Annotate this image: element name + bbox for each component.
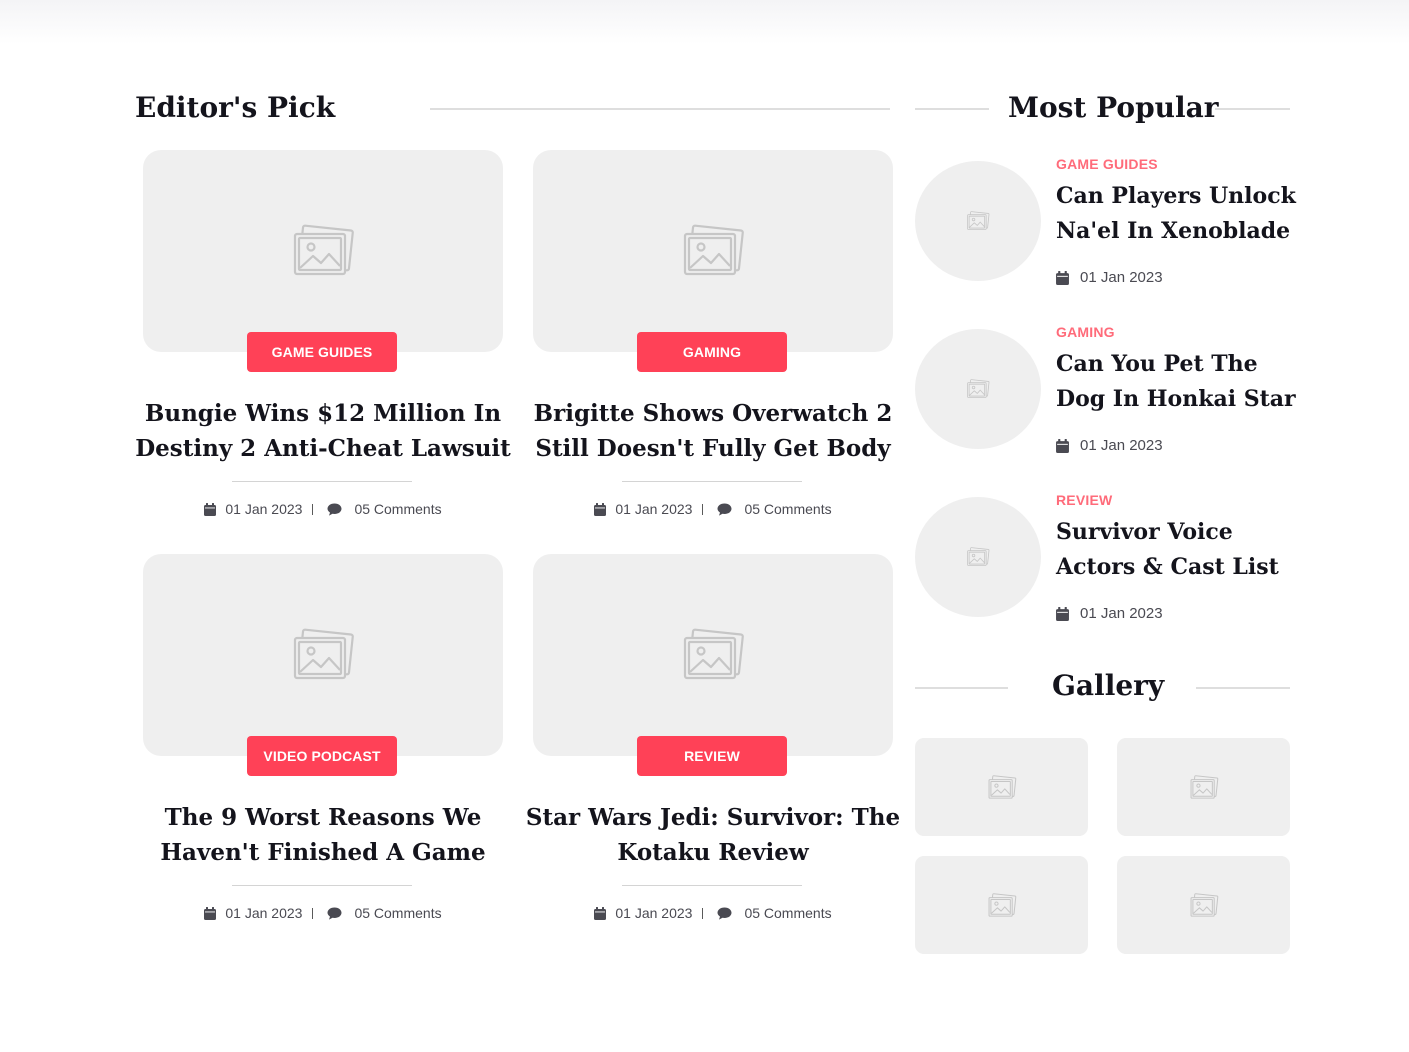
most-popular-rule-left <box>915 108 989 110</box>
popular-item[interactable]: REVIEW Survivor Voice Actors & Cast List… <box>915 487 1295 637</box>
popular-date: 01 Jan 2023 <box>1080 437 1163 454</box>
article-thumbnail[interactable] <box>143 554 503 756</box>
article-date: 01 Jan 2023 <box>615 501 693 517</box>
popular-date-row: 01 Jan 2023 <box>1056 269 1163 286</box>
article-thumbnail[interactable] <box>533 554 893 756</box>
popular-thumbnail[interactable] <box>915 161 1041 281</box>
image-placeholder-icon <box>1189 775 1219 800</box>
category-badge[interactable]: GAMING <box>637 332 787 372</box>
meta-separator <box>312 503 314 515</box>
article-date: 01 Jan 2023 <box>225 501 303 517</box>
article-meta: 01 Jan 2023 05 Comments <box>143 905 503 921</box>
editors-pick-heading: Editor's Pick <box>135 91 336 124</box>
article-date: 01 Jan 2023 <box>225 905 303 921</box>
title-divider <box>232 885 412 886</box>
popular-thumbnail[interactable] <box>915 497 1041 617</box>
meta-separator <box>702 907 704 919</box>
calendar-icon <box>594 907 606 920</box>
most-popular-heading: Most Popular <box>1008 91 1219 124</box>
article-title[interactable]: Bungie Wins $12 Million In Destiny 2 Ant… <box>133 396 513 466</box>
gallery-rule-right <box>1196 687 1290 689</box>
image-placeholder-icon <box>291 628 355 682</box>
popular-title[interactable]: Can You Pet The Dog In Honkai Star <box>1056 347 1296 417</box>
editors-pick-rule <box>430 108 890 110</box>
comment-icon <box>717 503 732 516</box>
gallery-image[interactable] <box>915 856 1088 954</box>
popular-thumbnail[interactable] <box>915 329 1041 449</box>
article-comments[interactable]: 05 Comments <box>744 501 831 517</box>
comment-icon <box>327 907 342 920</box>
article-meta: 01 Jan 2023 05 Comments <box>533 501 893 517</box>
article-meta: 01 Jan 2023 05 Comments <box>533 905 893 921</box>
calendar-icon <box>204 907 216 920</box>
popular-item[interactable]: GAME GUIDES Can Players Unlock Na'el In … <box>915 151 1296 301</box>
meta-separator <box>312 907 314 919</box>
gallery-image[interactable] <box>915 738 1088 836</box>
popular-category[interactable]: GAMING <box>1056 324 1115 340</box>
gallery-heading: Gallery <box>1052 669 1165 702</box>
calendar-icon <box>204 503 216 516</box>
popular-date-row: 01 Jan 2023 <box>1056 437 1163 454</box>
title-divider <box>622 481 802 482</box>
calendar-icon <box>1056 607 1069 621</box>
article-title[interactable]: The 9 Worst Reasons We Haven't Finished … <box>133 800 513 870</box>
comment-icon <box>327 503 342 516</box>
image-placeholder-icon <box>966 211 990 231</box>
calendar-icon <box>594 503 606 516</box>
category-badge[interactable]: VIDEO PODCAST <box>247 736 397 776</box>
image-placeholder-icon <box>291 224 355 278</box>
article-date: 01 Jan 2023 <box>615 905 693 921</box>
meta-separator <box>702 503 704 515</box>
popular-date-row: 01 Jan 2023 <box>1056 605 1163 622</box>
image-placeholder-icon <box>1189 893 1219 918</box>
image-placeholder-icon <box>966 379 990 399</box>
gallery-image[interactable] <box>1117 738 1290 836</box>
article-thumbnail[interactable] <box>143 150 503 352</box>
popular-category[interactable]: REVIEW <box>1056 492 1112 508</box>
popular-title[interactable]: Survivor Voice Actors & Cast List <box>1056 515 1296 585</box>
image-placeholder-icon <box>966 547 990 567</box>
popular-category[interactable]: GAME GUIDES <box>1056 156 1158 172</box>
popular-title[interactable]: Can Players Unlock Na'el In Xenoblade <box>1056 179 1296 249</box>
image-placeholder-icon <box>987 775 1017 800</box>
image-placeholder-icon <box>681 628 745 682</box>
title-divider <box>232 481 412 482</box>
title-divider <box>622 885 802 886</box>
comment-icon <box>717 907 732 920</box>
gallery-rule-left <box>915 687 1008 689</box>
category-badge[interactable]: GAME GUIDES <box>247 332 397 372</box>
article-comments[interactable]: 05 Comments <box>744 905 831 921</box>
top-shadow <box>0 0 1409 44</box>
article-thumbnail[interactable] <box>533 150 893 352</box>
article-title[interactable]: Brigitte Shows Overwatch 2 Still Doesn't… <box>523 396 903 466</box>
calendar-icon <box>1056 439 1069 453</box>
popular-item[interactable]: GAMING Can You Pet The Dog In Honkai Sta… <box>915 319 1296 469</box>
category-badge[interactable]: REVIEW <box>637 736 787 776</box>
article-title[interactable]: Star Wars Jedi: Survivor: The Kotaku Rev… <box>523 800 903 870</box>
article-comments[interactable]: 05 Comments <box>354 501 441 517</box>
popular-date: 01 Jan 2023 <box>1080 605 1163 622</box>
popular-date: 01 Jan 2023 <box>1080 269 1163 286</box>
image-placeholder-icon <box>681 224 745 278</box>
image-placeholder-icon <box>987 893 1017 918</box>
gallery-image[interactable] <box>1117 856 1290 954</box>
most-popular-rule-right <box>1215 108 1290 110</box>
article-meta: 01 Jan 2023 05 Comments <box>143 501 503 517</box>
calendar-icon <box>1056 271 1069 285</box>
article-comments[interactable]: 05 Comments <box>354 905 441 921</box>
